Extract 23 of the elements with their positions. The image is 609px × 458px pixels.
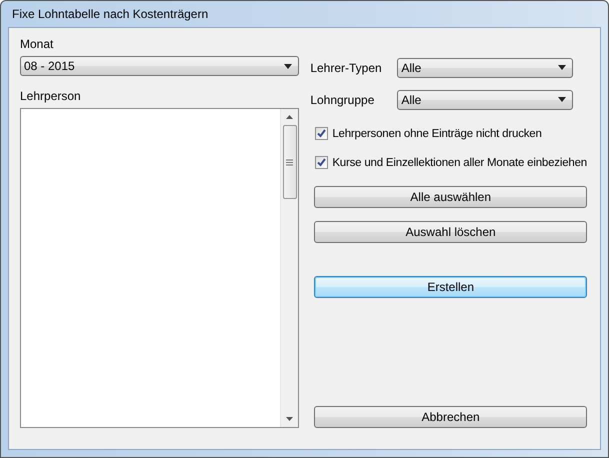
- dropdown[interactable]: Alle: [397, 90, 574, 110]
- checkbox[interactable]: [315, 156, 328, 169]
- scroll-down-icon[interactable]: [286, 417, 294, 421]
- field-label: Lehrer-Typen: [310, 60, 383, 74]
- field-label: Lehrperson: [20, 89, 82, 103]
- field-label: Monat: [20, 37, 54, 51]
- field-label: Lohngruppe: [310, 92, 376, 106]
- push-button[interactable]: Auswahl löschen: [314, 221, 587, 243]
- checkbox-label: Kurse und Einzellektionen aller Monate einbeziehen: [332, 156, 587, 168]
- checkbox-label: Lehrpersonen ohne Einträge nicht drucken: [332, 128, 542, 140]
- dropdown-arrow-icon: [558, 97, 566, 102]
- push-button[interactable]: Erstellen: [314, 276, 587, 298]
- window-title: Fixe Lohntabelle nach Kostenträgern: [11, 6, 210, 23]
- dropdown-arrow-icon: [558, 65, 566, 70]
- grip-icon: [286, 158, 294, 166]
- push-button[interactable]: Abbrechen: [314, 406, 587, 428]
- dropdown[interactable]: 08 - 2015: [20, 56, 300, 76]
- scrollbar[interactable]: [280, 109, 298, 427]
- checkbox[interactable]: [315, 127, 328, 140]
- push-button[interactable]: Alle auswählen: [314, 186, 587, 208]
- dropdown[interactable]: Alle: [397, 58, 574, 78]
- scroll-up-icon[interactable]: [286, 115, 294, 119]
- dropdown-arrow-icon: [284, 64, 292, 68]
